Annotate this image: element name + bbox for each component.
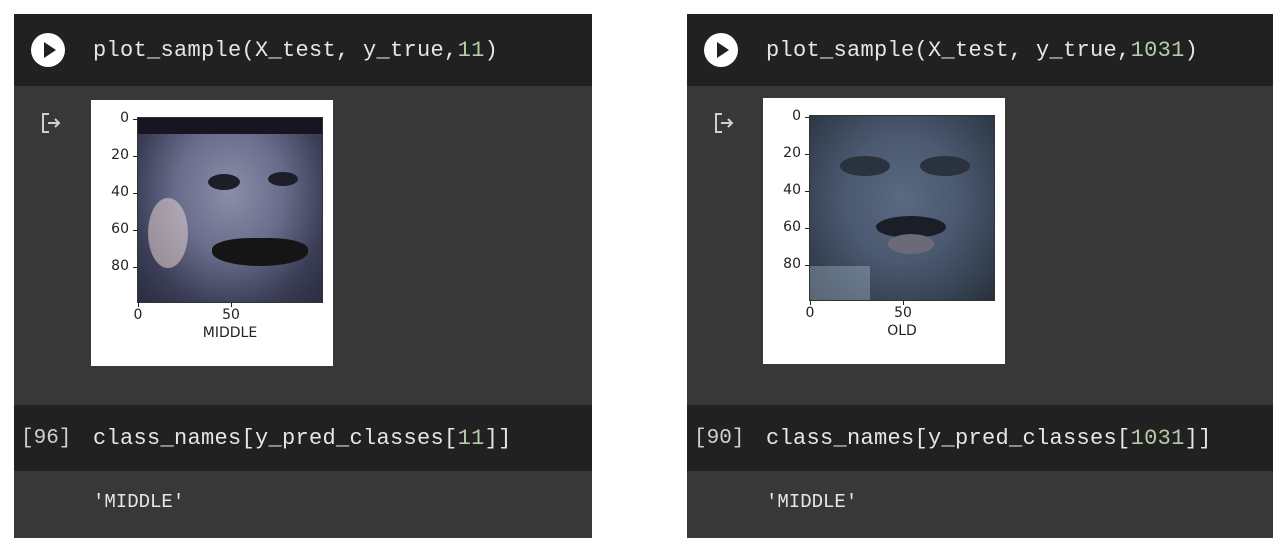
code-cell-predict[interactable]: [96] class_names[y_pred_classes[11]]	[14, 405, 592, 471]
y-tick-label: 0	[120, 110, 129, 126]
y-tick-mark	[805, 228, 809, 229]
y-tick-label: 20	[783, 145, 801, 161]
x-axis-label: MIDDLE	[202, 325, 258, 341]
code-cell-plot[interactable]: plot_sample(X_test, y_true,1031)	[687, 14, 1273, 86]
y-tick-label: 0	[792, 108, 801, 124]
run-cell-button[interactable]	[704, 33, 738, 67]
face-eye	[840, 156, 890, 176]
x-tick-label: 50	[894, 305, 912, 321]
face-eye	[920, 156, 970, 176]
code-cell-plot[interactable]: plot_sample(X_test, y_true,11)	[14, 14, 592, 86]
execution-count: [90]	[694, 426, 745, 450]
output-redirect-icon	[715, 113, 734, 133]
x-tick-label: 0	[133, 307, 143, 323]
cell-output-text: 'MIDDLE'	[93, 491, 185, 513]
y-tick-mark	[133, 193, 137, 194]
y-tick-mark	[805, 117, 809, 118]
y-tick-label: 80	[111, 258, 129, 274]
code-line[interactable]: class_names[y_pred_classes[1031]]	[766, 426, 1212, 451]
y-tick-mark	[805, 154, 809, 155]
plot-figure: 0 20 40 60 80 0 50 OLD	[763, 98, 1005, 364]
run-cell-button[interactable]	[31, 33, 65, 67]
x-axis-label: OLD	[887, 323, 917, 339]
plot-figure: 0 20 40 60 80 0 50 MIDDLE	[91, 100, 333, 366]
y-tick-mark	[133, 267, 137, 268]
execution-count: [96]	[21, 426, 72, 450]
y-tick-label: 40	[783, 182, 801, 198]
y-tick-label: 20	[111, 147, 129, 163]
play-icon	[716, 42, 729, 58]
face-eye	[268, 172, 298, 186]
face-mustache	[212, 238, 308, 266]
face-hair	[138, 118, 322, 134]
x-tick-label: 50	[222, 307, 240, 323]
output-redirect-icon	[42, 113, 61, 133]
code-line[interactable]: class_names[y_pred_classes[11]]	[93, 426, 512, 451]
code-line[interactable]: plot_sample(X_test, y_true,11)	[93, 38, 498, 63]
y-tick-label: 60	[111, 221, 129, 237]
y-tick-label: 40	[111, 184, 129, 200]
play-icon	[43, 42, 56, 58]
y-tick-mark	[805, 191, 809, 192]
cell-output-text: 'MIDDLE'	[766, 491, 858, 513]
face-highlight	[810, 266, 870, 300]
image-axes	[809, 115, 995, 301]
face-highlight	[148, 198, 188, 268]
image-axes	[137, 117, 323, 303]
y-tick-label: 80	[783, 256, 801, 272]
y-tick-label: 60	[783, 219, 801, 235]
notebook-panel-left: plot_sample(X_test, y_true,11) 0 20 40 6…	[14, 14, 592, 538]
y-tick-mark	[133, 119, 137, 120]
code-cell-predict[interactable]: [90] class_names[y_pred_classes[1031]]	[687, 405, 1273, 471]
y-tick-mark	[805, 265, 809, 266]
notebook-panel-right: plot_sample(X_test, y_true,1031) 0 20 40…	[687, 14, 1273, 538]
face-mouth	[888, 234, 934, 254]
code-line[interactable]: plot_sample(X_test, y_true,1031)	[766, 38, 1198, 63]
y-tick-mark	[133, 156, 137, 157]
y-tick-mark	[133, 230, 137, 231]
x-tick-label: 0	[805, 305, 815, 321]
face-eye	[208, 174, 240, 190]
